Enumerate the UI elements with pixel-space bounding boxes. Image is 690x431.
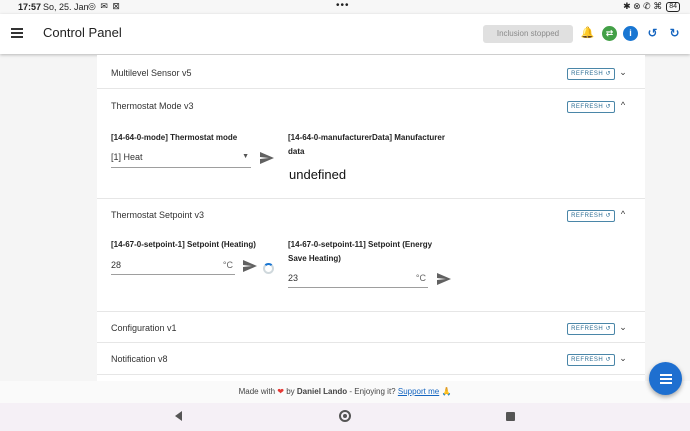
send-icon[interactable]	[437, 273, 451, 285]
send-icon[interactable]	[260, 152, 274, 164]
system-nav-bar	[0, 403, 690, 431]
setpoint-heating-value: 28	[111, 260, 122, 270]
setpoint-energy-label: [14-67-0-setpoint-11] Setpoint (Energy S…	[288, 238, 488, 266]
cc-header-multilevel-sensor[interactable]: Multilevel Sensor v5 REFRESH ↺ ⌄	[97, 57, 645, 89]
cc-title: Notification v8	[111, 354, 168, 364]
manufacturer-label-line2: data	[288, 147, 305, 156]
setpoint-heating-unit: °C	[222, 260, 233, 270]
footer: Made with ❤ by Daniel Lando - Enjoying i…	[0, 381, 690, 403]
cc-title: Thermostat Mode v3	[111, 101, 194, 111]
setpoint-energy-label-line2: Save Heating)	[288, 254, 341, 263]
cc-header-configuration[interactable]: Configuration v1 REFRESH ↺ ⌄	[97, 311, 645, 343]
info-icon[interactable]: i	[623, 26, 638, 41]
battery-icon: 84	[666, 1, 680, 12]
support-link[interactable]: Support me	[398, 387, 439, 396]
page-title: Control Panel	[43, 25, 122, 40]
cc-title: Thermostat Setpoint v3	[111, 210, 205, 220]
setpoint-heating-label: [14-67-0-setpoint-1] Setpoint (Heating)	[111, 240, 256, 249]
heart-icon: ❤	[277, 387, 284, 396]
back-icon[interactable]	[175, 411, 182, 421]
command-class-panel: Multilevel Sensor v5 REFRESH ↺ ⌄ Thermos…	[97, 55, 645, 381]
sync-icon[interactable]: ⇄	[602, 26, 617, 41]
fab-menu-button[interactable]	[649, 362, 682, 395]
system-icons: ✱ ⊗ ✆ ⌘	[623, 1, 663, 11]
cc-title: Configuration v1	[111, 323, 177, 333]
cc-header-thermostat-setpoint[interactable]: Thermostat Setpoint v3 REFRESH ↺ ^	[97, 198, 645, 230]
footer-author: Daniel Lando	[296, 387, 348, 396]
footer-enjoying: - Enjoying it?	[349, 387, 396, 396]
thermostat-mode-value: [1] Heat	[111, 152, 143, 162]
refresh-button[interactable]: REFRESH ↺	[567, 101, 615, 113]
notification-icons: ◎ ✉ ⊠	[88, 1, 121, 11]
status-right: ✱ ⊗ ✆ ⌘ 84	[623, 1, 680, 12]
refresh-button[interactable]: REFRESH ↺	[567, 68, 615, 80]
bell-icon[interactable]: 🔔	[580, 26, 595, 41]
cc-header-notification[interactable]: Notification v8 REFRESH ↺ ⌄	[97, 343, 645, 375]
inclusion-status-button[interactable]: Inclusion stopped	[483, 25, 573, 43]
refresh-icon[interactable]: ↻	[667, 26, 682, 41]
home-icon[interactable]	[339, 410, 351, 422]
send-icon[interactable]	[243, 260, 257, 272]
chevron-up-icon[interactable]: ^	[618, 208, 628, 220]
thermostat-mode-select[interactable]: [1] Heat ▼	[111, 150, 251, 168]
manufacturer-data-label: [14-64-0-manufacturerData] Manufacturer …	[288, 131, 488, 159]
menu-icon[interactable]	[11, 28, 23, 38]
footer-made-with: Made with	[238, 387, 276, 396]
setpoint-energy-input[interactable]: 23 °C	[288, 271, 428, 288]
refresh-button[interactable]: REFRESH ↺	[567, 354, 615, 366]
refresh-button[interactable]: REFRESH ↺	[567, 323, 615, 335]
setpoint-energy-value: 23	[288, 273, 299, 283]
manufacturer-label-line1: [14-64-0-manufacturerData] Manufacturer	[288, 133, 445, 142]
recent-apps-icon[interactable]	[506, 412, 515, 421]
setpoint-energy-label-line1: [14-67-0-setpoint-11] Setpoint (Energy	[288, 240, 433, 249]
thermostat-mode-label: [14-64-0-mode] Thermostat mode	[111, 133, 238, 142]
chevron-up-icon[interactable]: ^	[618, 99, 628, 111]
setpoint-energy-unit: °C	[415, 273, 426, 283]
status-dots: •••	[336, 0, 350, 11]
loading-spinner-icon	[263, 263, 274, 274]
chevron-down-icon[interactable]: ⌄	[618, 352, 628, 364]
history-icon[interactable]: ↺	[645, 26, 660, 41]
chevron-down-icon[interactable]: ⌄	[618, 321, 628, 333]
status-time: 17:57	[18, 2, 42, 12]
cc-title: Multilevel Sensor v5	[111, 68, 192, 78]
manufacturer-data-value: undefined	[289, 167, 347, 182]
app-bar: Control Panel Inclusion stopped 🔔 ⇄ i ↺ …	[0, 14, 690, 54]
refresh-button[interactable]: REFRESH ↺	[567, 210, 615, 222]
setpoint-heating-input[interactable]: 28 °C	[111, 258, 235, 275]
status-bar: 17:57 So, 25. Jan ◎ ✉ ⊠ ••• ✱ ⊗ ✆ ⌘ 84	[0, 0, 690, 14]
dropdown-arrow-icon: ▼	[242, 153, 249, 160]
pray-icon: 🙏	[441, 387, 452, 396]
chevron-down-icon[interactable]: ⌄	[618, 66, 628, 78]
status-date: So, 25. Jan	[43, 2, 89, 12]
footer-by: by	[286, 387, 295, 396]
cc-header-thermostat-mode[interactable]: Thermostat Mode v3 REFRESH ↺ ^	[97, 90, 645, 122]
